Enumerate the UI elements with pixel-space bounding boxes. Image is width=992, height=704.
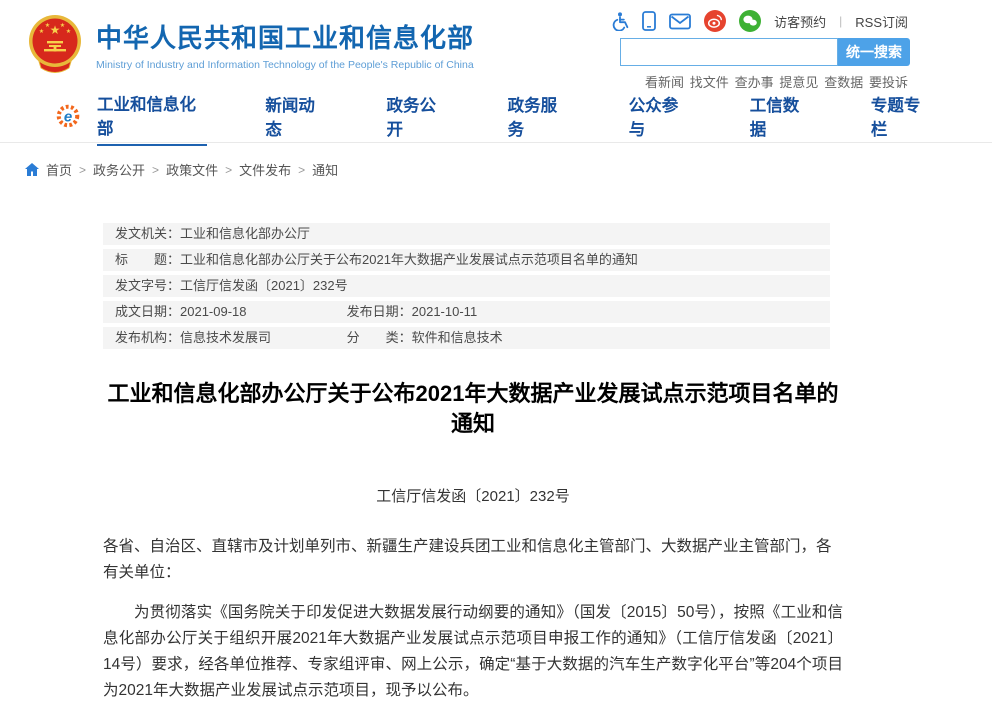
unified-search-button[interactable]: 统一搜索 bbox=[838, 38, 910, 66]
svg-text:★: ★ bbox=[50, 23, 61, 37]
svg-text:★: ★ bbox=[45, 22, 50, 29]
svg-text:★: ★ bbox=[39, 28, 44, 35]
meta-label: 标 题： bbox=[115, 252, 180, 267]
meta-row-dates: 成文日期：2021-09-18 发布日期：2021-10-11 bbox=[103, 301, 830, 323]
header-quick-icons: 访客预约 | RSS订阅 bbox=[609, 10, 908, 32]
document-paragraph: 为贯彻落实《国务院关于印发促进大数据发展行动纲要的通知》（国发〔2015〕50号… bbox=[103, 600, 843, 704]
meta-category: 分 类：软件和信息技术 bbox=[347, 330, 503, 345]
header-links-divider: | bbox=[839, 14, 842, 28]
breadcrumb-separator: > bbox=[298, 163, 305, 177]
meta-row-publisher-category: 发布机构：信息技术发展司 分 类：软件和信息技术 bbox=[103, 327, 830, 349]
visitor-appointment-link[interactable]: 访客预约 bbox=[774, 12, 826, 31]
meta-publisher: 发布机构：信息技术发展司 bbox=[115, 329, 343, 347]
weibo-icon[interactable] bbox=[704, 10, 726, 32]
svg-text:★: ★ bbox=[60, 22, 65, 29]
quick-link-services[interactable]: 查办事 bbox=[735, 72, 774, 91]
main-nav: e 工业和信息化部 新闻动态 政务公开 政务服务 公众参与 工信数据 专题专栏 bbox=[0, 90, 992, 143]
breadcrumb-separator: > bbox=[225, 163, 232, 177]
breadcrumb-home[interactable]: 首页 bbox=[46, 160, 72, 179]
meta-written-date: 成文日期：2021-09-18 bbox=[115, 303, 343, 321]
breadcrumb-file-release[interactable]: 文件发布 bbox=[239, 160, 291, 179]
quick-link-data[interactable]: 查数据 bbox=[824, 72, 863, 91]
meta-row-title: 标 题：工业和信息化部办公厅关于公布2021年大数据产业发展试点示范项目名单的通… bbox=[103, 249, 830, 271]
quick-link-suggestions[interactable]: 提意见 bbox=[779, 72, 818, 91]
search-bar: 统一搜索 bbox=[620, 38, 910, 66]
meta-row-ref-number: 发文字号：工信厅信发函〔2021〕232号 bbox=[103, 275, 830, 297]
breadcrumb-notice[interactable]: 通知 bbox=[312, 160, 338, 179]
search-quick-links: 看新闻 找文件 查办事 提意见 查数据 要投诉 bbox=[645, 72, 908, 91]
nav-item-miit-home[interactable]: 工业和信息化部 bbox=[97, 86, 207, 146]
search-input[interactable] bbox=[620, 38, 838, 66]
nav-item-gov-disclosure[interactable]: 政务公开 bbox=[387, 87, 450, 145]
miit-gear-logo-icon: e bbox=[55, 103, 81, 129]
national-emblem-icon: ★ ★ ★ ★ ★ bbox=[28, 14, 82, 74]
document-title: 工业和信息化部办公厅关于公布2021年大数据产业发展试点示范项目名单的通知 bbox=[103, 379, 843, 439]
home-icon[interactable] bbox=[25, 163, 39, 176]
breadcrumb: 首页 > 政务公开 > 政策文件 > 文件发布 > 通知 bbox=[25, 160, 992, 179]
meta-label: 发文字号： bbox=[115, 278, 180, 293]
wechat-icon[interactable] bbox=[739, 10, 761, 32]
document-ref-number: 工信厅信发函〔2021〕232号 bbox=[103, 485, 843, 506]
quick-link-complaints[interactable]: 要投诉 bbox=[869, 72, 908, 91]
breadcrumb-separator: > bbox=[152, 163, 159, 177]
brand-text: 中华人民共和国工业和信息化部 Ministry of Industry and … bbox=[96, 18, 474, 71]
breadcrumb-separator: > bbox=[79, 163, 86, 177]
meta-value: 工业和信息化部办公厅关于公布2021年大数据产业发展试点示范项目名单的通知 bbox=[180, 252, 638, 267]
nav-item-miit-data[interactable]: 工信数据 bbox=[750, 87, 813, 145]
quick-link-files[interactable]: 找文件 bbox=[690, 72, 729, 91]
nav-item-gov-services[interactable]: 政务服务 bbox=[508, 87, 571, 145]
svg-text:★: ★ bbox=[66, 28, 71, 35]
meta-row-issuing-office: 发文机关：工业和信息化部办公厅 bbox=[103, 223, 830, 245]
document-content: 发文机关：工业和信息化部办公厅 标 题：工业和信息化部办公厅关于公布2021年大… bbox=[103, 223, 843, 704]
meta-publish-date: 发布日期：2021-10-11 bbox=[347, 304, 478, 319]
nav-item-public-participation[interactable]: 公众参与 bbox=[629, 87, 692, 145]
rss-subscribe-link[interactable]: RSS订阅 bbox=[855, 12, 908, 31]
quick-link-news[interactable]: 看新闻 bbox=[645, 72, 684, 91]
site-title-en: Ministry of Industry and Information Tec… bbox=[96, 59, 474, 71]
accessibility-icon[interactable] bbox=[609, 11, 629, 31]
mobile-icon[interactable] bbox=[642, 11, 656, 31]
mail-icon[interactable] bbox=[669, 13, 691, 30]
nav-item-news[interactable]: 新闻动态 bbox=[265, 87, 328, 145]
meta-value: 工信厅信发函〔2021〕232号 bbox=[180, 278, 348, 293]
meta-value: 工业和信息化部办公厅 bbox=[180, 226, 310, 241]
site-brand: ★ ★ ★ ★ ★ 中华人民共和国工业和信息化部 Ministry of Ind… bbox=[28, 14, 474, 74]
document-meta-table: 发文机关：工业和信息化部办公厅 标 题：工业和信息化部办公厅关于公布2021年大… bbox=[103, 223, 830, 349]
nav-item-special-topics[interactable]: 专题专栏 bbox=[871, 87, 934, 145]
svg-text:e: e bbox=[64, 109, 72, 126]
document-salutation: 各省、自治区、直辖市及计划单列市、新疆生产建设兵团工业和信息化主管部门、大数据产… bbox=[103, 534, 843, 586]
site-title-cn: 中华人民共和国工业和信息化部 bbox=[96, 18, 474, 55]
breadcrumb-gov-disclosure[interactable]: 政务公开 bbox=[93, 160, 145, 179]
meta-label: 发文机关： bbox=[115, 226, 180, 241]
breadcrumb-policy-files[interactable]: 政策文件 bbox=[166, 160, 218, 179]
site-header: ★ ★ ★ ★ ★ 中华人民共和国工业和信息化部 Ministry of Ind… bbox=[0, 0, 992, 90]
